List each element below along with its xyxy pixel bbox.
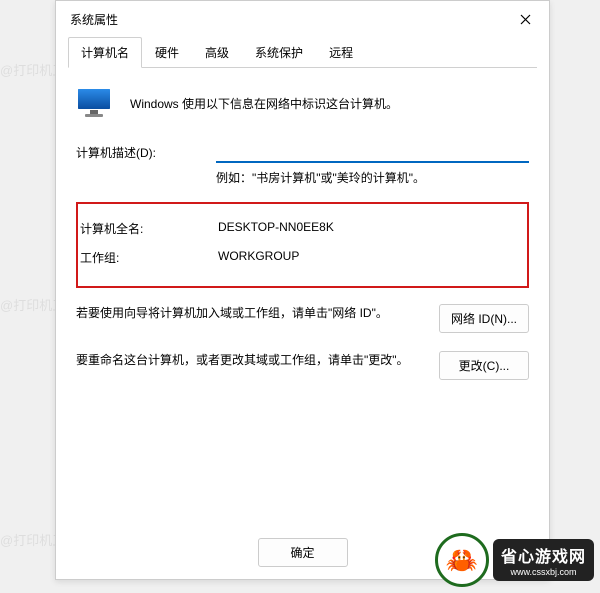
monitor-icon — [76, 87, 112, 119]
ok-button[interactable]: 确定 — [258, 538, 348, 567]
description-label: 计算机描述(D): — [76, 144, 216, 161]
description-row: 计算机描述(D): — [76, 141, 529, 163]
tab-system-protection[interactable]: 系统保护 — [242, 37, 316, 68]
highlight-box: 计算机全名: DESKTOP-NN0EE8K 工作组: WORKGROUP — [76, 202, 529, 288]
titlebar: 系统属性 — [56, 1, 549, 37]
logo-title: 省心游戏网 — [501, 543, 586, 567]
workgroup-label: 工作组: — [78, 249, 218, 266]
change-row: 要重命名这台计算机，或者更改其域或工作组，请单击"更改"。 更改(C)... — [76, 351, 529, 380]
tab-remote[interactable]: 远程 — [316, 37, 366, 68]
full-name-value: DESKTOP-NN0EE8K — [218, 220, 527, 237]
close-button[interactable] — [509, 7, 541, 31]
close-icon — [520, 14, 531, 25]
tab-content: Windows 使用以下信息在网络中标识这台计算机。 计算机描述(D): 例如：… — [56, 69, 549, 408]
crab-icon: 🦀 — [435, 533, 489, 587]
intro-text: Windows 使用以下信息在网络中标识这台计算机。 — [130, 95, 398, 112]
network-id-text: 若要使用向导将计算机加入域或工作组，请单击"网络 ID"。 — [76, 304, 425, 323]
tab-hardware[interactable]: 硬件 — [142, 37, 192, 68]
change-button[interactable]: 更改(C)... — [439, 351, 529, 380]
change-text: 要重命名这台计算机，或者更改其域或工作组，请单击"更改"。 — [76, 351, 425, 370]
description-example: 例如："书房计算机"或"美玲的计算机"。 — [216, 169, 529, 186]
logo-url: www.cssxbj.com — [501, 567, 586, 577]
workgroup-row: 工作组: WORKGROUP — [78, 245, 527, 274]
network-id-row: 若要使用向导将计算机加入域或工作组，请单击"网络 ID"。 网络 ID(N)..… — [76, 304, 529, 333]
logo-text: 省心游戏网 www.cssxbj.com — [493, 539, 594, 581]
system-properties-dialog: 系统属性 计算机名 硬件 高级 系统保护 远程 Windows 使用以下信息在网… — [55, 0, 550, 580]
site-logo: 🦀 省心游戏网 www.cssxbj.com — [435, 533, 594, 587]
tab-computer-name[interactable]: 计算机名 — [68, 37, 142, 68]
intro-row: Windows 使用以下信息在网络中标识这台计算机。 — [76, 87, 529, 119]
tab-bar: 计算机名 硬件 高级 系统保护 远程 — [56, 37, 549, 69]
description-input[interactable] — [216, 141, 529, 163]
full-name-label: 计算机全名: — [78, 220, 218, 237]
full-name-row: 计算机全名: DESKTOP-NN0EE8K — [78, 216, 527, 245]
dialog-title: 系统属性 — [70, 11, 118, 28]
network-id-button[interactable]: 网络 ID(N)... — [439, 304, 529, 333]
tab-advanced[interactable]: 高级 — [192, 37, 242, 68]
workgroup-value: WORKGROUP — [218, 249, 527, 266]
